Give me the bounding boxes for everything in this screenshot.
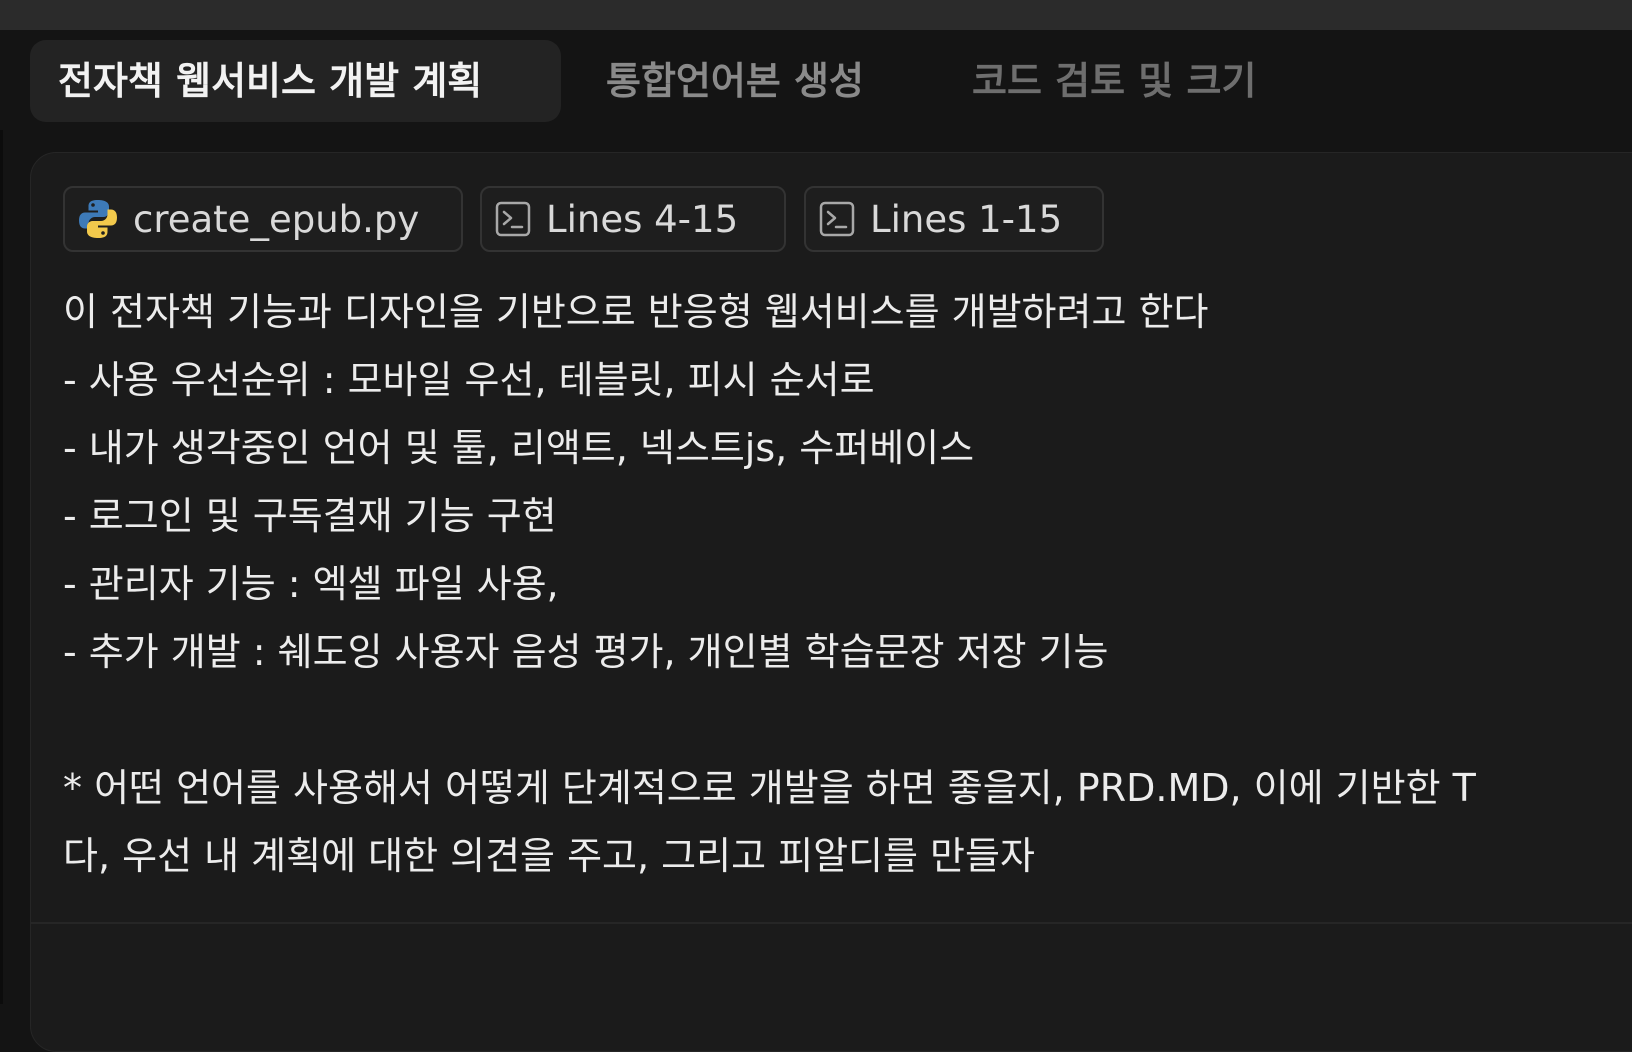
- message-line: - 추가 개발 : 쉐도잉 사용자 음성 평가, 개인별 학습문장 저장 기능: [63, 630, 1109, 674]
- left-edge: [0, 30, 3, 1004]
- message-line: 이 전자책 기능과 디자인을 기반으로 반응형 웹서비스를 개발하려고 한다: [63, 290, 1209, 334]
- tab-code-review[interactable]: 코드 검토 및 크기: [972, 40, 1290, 122]
- message-line: - 사용 우선순위 : 모바일 우선, 테블릿, 피시 순서로: [63, 358, 875, 402]
- tab-ebook-webservice-plan[interactable]: 전자책 웹서비스 개발 계획: [30, 40, 561, 122]
- message-line: * 어떤 언어를 사용해서 어떻게 단계적으로 개발을 하면 좋을지, PRD.…: [63, 766, 1476, 810]
- message-line: - 관리자 기능 : 엑셀 파일 사용,: [63, 562, 559, 606]
- context-chip-lines-4-15[interactable]: Lines 4-15: [480, 186, 786, 252]
- tab-bar: 전자책 웹서비스 개발 계획 통합언어본 생성 코드 검토 및 크기: [0, 30, 1632, 130]
- terminal-icon: [818, 200, 856, 238]
- message-line: - 로그인 및 구독결재 기능 구현: [63, 494, 557, 538]
- message-line: 다, 우선 내 계획에 대한 의견을 주고, 그리고 피알디를 만들자: [63, 834, 1035, 878]
- python-file-icon: [77, 198, 119, 240]
- user-message: 이 전자책 기능과 디자인을 기반으로 반응형 웹서비스를 개발하려고 한다 -…: [63, 278, 1632, 890]
- context-chip-label: Lines 1-15: [870, 197, 1063, 241]
- context-chip-label: Lines 4-15: [546, 197, 739, 241]
- context-chip-lines-1-15[interactable]: Lines 1-15: [804, 186, 1104, 252]
- terminal-icon: [494, 200, 532, 238]
- context-chip-create-epub[interactable]: create_epub.py: [63, 186, 463, 252]
- tab-integrated-language-version[interactable]: 통합언어본 생성: [606, 40, 906, 122]
- context-chip-label: create_epub.py: [133, 197, 420, 241]
- message-line: - 내가 생각중인 언어 및 툴, 리액트, 넥스트js, 수퍼베이스: [63, 426, 975, 470]
- window-top-bar: [0, 0, 1632, 30]
- panel-divider: [30, 922, 1632, 924]
